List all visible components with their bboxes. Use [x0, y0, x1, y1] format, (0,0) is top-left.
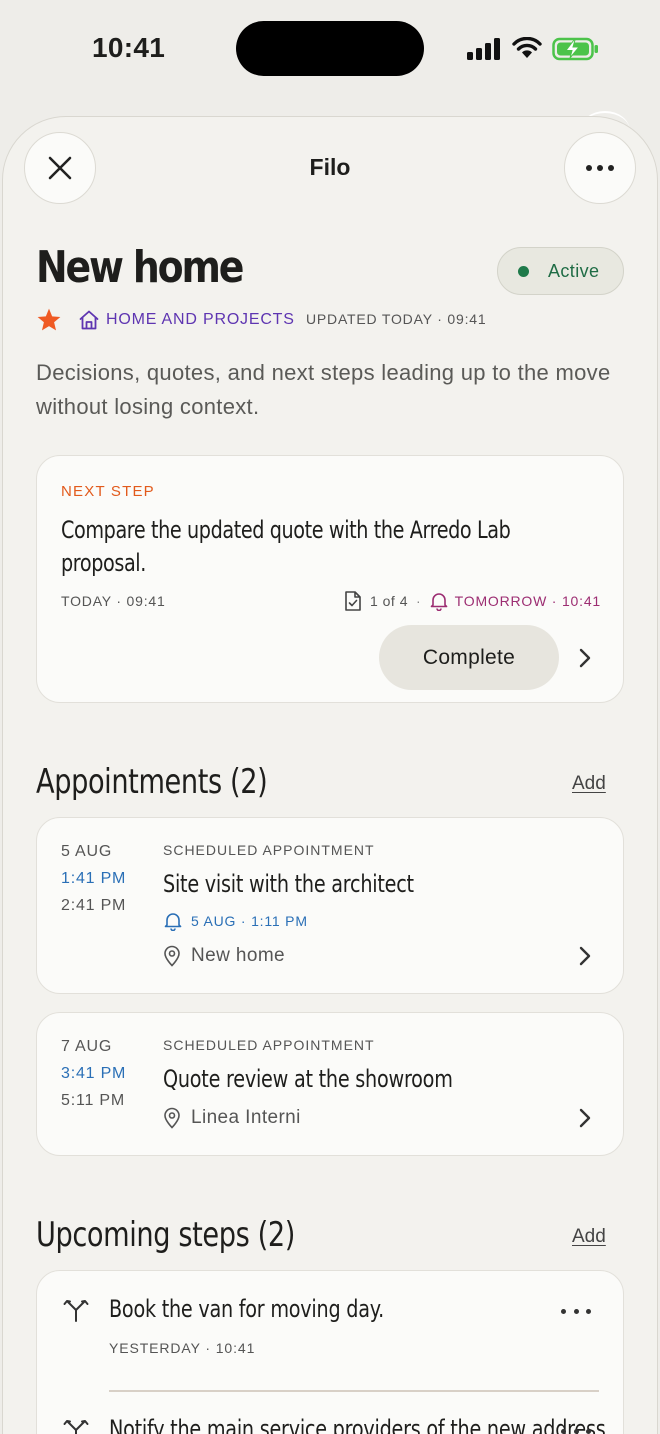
status-label: Active [548, 260, 600, 281]
dot [586, 1309, 591, 1314]
appointment-end-time: 2:41 PM [61, 897, 127, 914]
bell-icon [430, 593, 447, 611]
category-label[interactable]: HOME AND PROJECTS [106, 311, 295, 329]
appointments-title: Appointments (2) [36, 762, 268, 802]
appointment-type: SCHEDULED APPOINTMENT [163, 1037, 375, 1053]
battery-charging-icon [552, 37, 598, 61]
appointment-reminder: 5 AUG · 1:11 PM [163, 911, 308, 931]
dot [586, 1429, 591, 1434]
step-more-button[interactable] [561, 1429, 591, 1434]
appointment-end-time: 5:11 PM [61, 1092, 125, 1109]
appointment-reminder-text: 5 AUG · 1:11 PM [191, 913, 308, 929]
next-step-text: Compare the updated quote with the Arred… [61, 516, 511, 577]
dot [561, 1309, 566, 1314]
status-bar: 10:41 [0, 0, 660, 96]
next-step-progress: 1 of 4 [369, 593, 408, 609]
next-step-chevron[interactable] [575, 648, 595, 668]
dot [573, 1309, 579, 1314]
step-date: YESTERDAY · 10:41 [109, 1340, 256, 1356]
complete-button[interactable]: Complete [379, 625, 559, 690]
step-item [63, 1297, 89, 1328]
dynamic-island [236, 21, 424, 76]
meta-separator: · [415, 593, 421, 609]
house-icon [79, 310, 99, 330]
appointment-location-text: New home [191, 945, 286, 966]
upcoming-steps-card: Book the van for moving day. YESTERDAY ·… [36, 1270, 624, 1434]
step-title[interactable]: Book the van for moving day. [109, 1295, 384, 1323]
appointment-day: 5 AUG [61, 843, 113, 860]
category-row: HOME AND PROJECTS [36, 306, 295, 334]
next-step-label: NEXT STEP [61, 483, 155, 500]
appointment-location: Linea Interni [163, 1107, 301, 1129]
page-title: New home [36, 242, 244, 293]
appointment-title: Site visit with the architect [163, 870, 414, 898]
appointment-chevron[interactable] [575, 946, 595, 966]
step-title[interactable]: Notify the main service providers of the… [109, 1415, 612, 1434]
add-step-link[interactable]: Add [572, 1226, 606, 1248]
document-check-icon [345, 591, 361, 611]
updated-timestamp: UPDATED TODAY · 09:41 [306, 311, 487, 327]
appointment-chevron[interactable] [575, 1108, 595, 1128]
next-step-meta: 1 of 4 · TOMORROW · 10:41 [344, 590, 601, 612]
location-pin-icon [164, 1107, 180, 1129]
branch-icon [63, 1300, 89, 1322]
next-step-date: TODAY · 09:41 [61, 593, 166, 609]
more-horizontal-icon [586, 165, 614, 171]
dot [573, 1429, 579, 1434]
chevron-right-icon [579, 946, 591, 966]
status-time: 10:41 [92, 32, 166, 63]
step-more-button[interactable] [561, 1309, 591, 1314]
next-step-reminder: TOMORROW · 10:41 [454, 593, 601, 609]
appointment-card[interactable]: 5 AUG 1:41 PM 2:41 PM SCHEDULED APPOINTM… [36, 817, 624, 994]
star-icon[interactable] [36, 307, 62, 333]
appointment-location: New home [163, 945, 285, 967]
chevron-right-icon [579, 648, 591, 668]
appointment-title: Quote review at the showroom [163, 1065, 453, 1093]
appointment-type: SCHEDULED APPOINTMENT [163, 842, 375, 858]
wifi-icon [512, 37, 542, 58]
appointment-location-text: Linea Interni [191, 1107, 301, 1128]
status-badge[interactable]: Active [497, 247, 624, 295]
appointment-date-block: 7 AUG 3:41 PM 5:11 PM [61, 1033, 126, 1114]
appointment-start-time: 1:41 PM [61, 870, 127, 887]
more-options-button[interactable] [564, 132, 636, 204]
dot [561, 1429, 566, 1434]
location-pin-icon [164, 945, 180, 967]
description: Decisions, quotes, and next steps leadin… [36, 360, 611, 419]
status-dot [518, 265, 529, 277]
branch-icon [63, 1420, 89, 1434]
upcoming-steps-title: Upcoming steps (2) [36, 1215, 295, 1255]
divider [109, 1390, 599, 1392]
bell-icon [164, 913, 182, 931]
nav-title: Filo [309, 154, 351, 180]
appointment-day: 7 AUG [61, 1038, 113, 1055]
appointment-date-block: 5 AUG 1:41 PM 2:41 PM [61, 838, 126, 919]
appointment-start-time: 3:41 PM [61, 1065, 127, 1082]
appointment-card[interactable]: 7 AUG 3:41 PM 5:11 PM SCHEDULED APPOINTM… [36, 1012, 624, 1156]
chevron-right-icon [579, 1108, 591, 1128]
signal-icon [467, 38, 500, 60]
step-item [63, 1417, 89, 1434]
add-appointment-link[interactable]: Add [572, 773, 606, 795]
next-step-card[interactable]: NEXT STEP Compare the updated quote with… [36, 455, 624, 703]
